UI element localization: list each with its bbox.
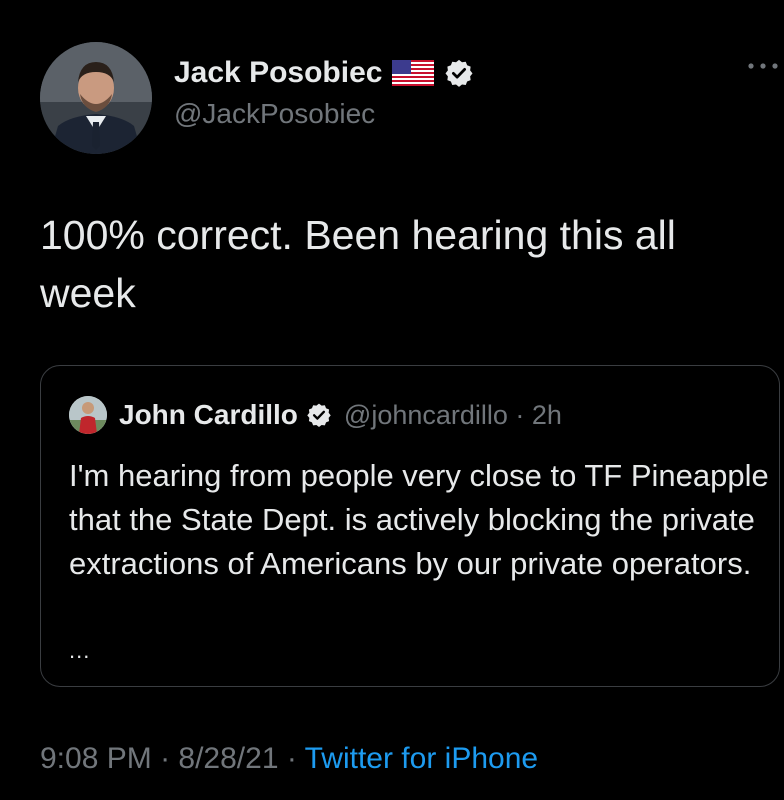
author-avatar[interactable] [40,42,152,154]
author-avatar-image [40,42,152,154]
verified-badge-icon [307,403,331,428]
quoted-author-avatar-image [69,396,107,434]
author-name-row[interactable]: Jack Posobiec [174,56,474,90]
quoted-tweet-text: I'm hearing from people very close to TF… [69,458,769,581]
more-options-button[interactable] [746,58,780,74]
tweet-text: 100% correct. Been hearing this all week [40,212,676,316]
quoted-author-handle-line: @johncardillo · 2h [344,400,562,431]
more-dots-icon [748,63,778,69]
tweet-date[interactable]: 8/28/21 [178,742,278,775]
quoted-tweet-header: John Cardillo @johncardillo · 2h [119,396,562,434]
verified-badge-icon [445,59,473,87]
tweet-meta: 9:08 PM · 8/28/21 · Twitter for iPhone [40,742,538,776]
tweet-source-link[interactable]: Twitter for iPhone [305,742,538,775]
quoted-tweet-card[interactable]: John Cardillo @johncardillo · 2h I'm hea… [40,365,780,687]
quoted-tweet-age: 2h [531,399,562,430]
tweet-time[interactable]: 9:08 PM [40,742,152,775]
author-handle[interactable]: @JackPosobiec [174,98,375,130]
quoted-author-avatar[interactable] [69,396,107,434]
author-name[interactable]: Jack Posobiec [174,56,382,90]
quoted-separator: · [507,399,532,430]
quoted-author-name[interactable]: John Cardillo [119,399,298,431]
quoted-author-handle[interactable]: @johncardillo [344,400,508,430]
quoted-tweet-truncation: ... [69,638,91,663]
meta-separator: · [278,742,305,775]
meta-separator: · [151,742,179,775]
us-flag-icon [392,60,435,86]
